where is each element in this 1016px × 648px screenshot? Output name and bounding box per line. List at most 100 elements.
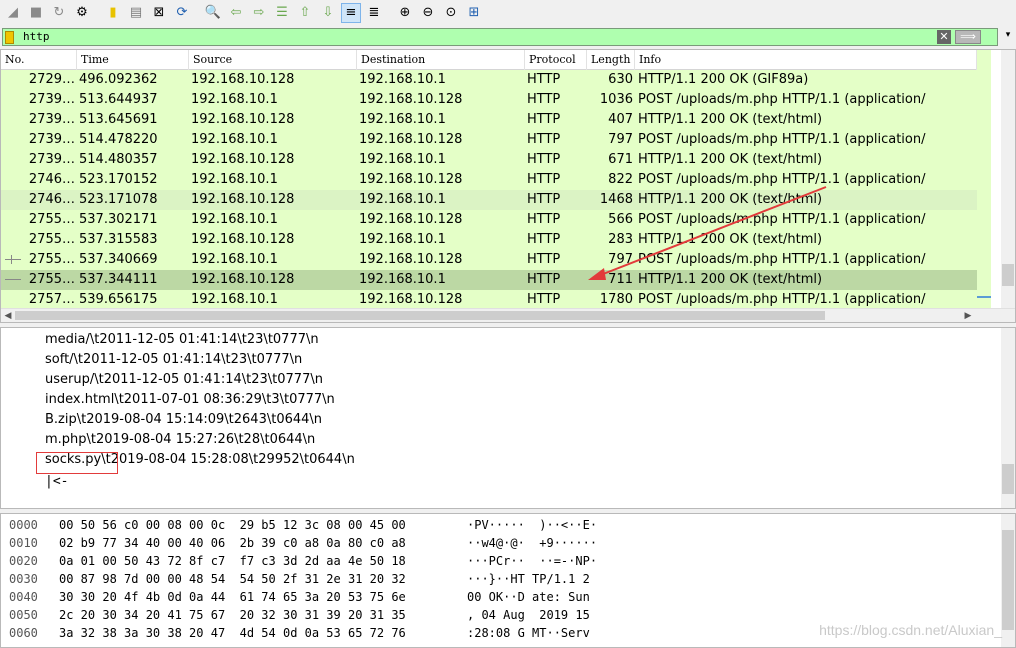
cell-time: 523.170152 [79,172,158,187]
text-line: m.php\t2019-08-04 15:27:26\t28\t0644\n [45,432,316,447]
colorize-icon[interactable]: ≣ [364,3,384,23]
display-filter-bar: http ✕ ⟹ ▾ [0,27,1016,47]
hex-offset: 0040 [9,590,38,604]
capture-options-icon[interactable]: ⚙ [72,3,92,23]
cell-time: 523.171078 [79,192,158,207]
reload-icon[interactable]: ⟳ [172,3,192,23]
cell-src: 192.168.10.1 [191,212,278,227]
cell-time: 513.645691 [79,112,158,127]
scrollbar-thumb[interactable] [15,311,825,320]
packet-list-vertical-scrollbar[interactable] [1001,50,1015,310]
scroll-right-icon[interactable]: ▶ [961,309,975,322]
column-header-destination[interactable]: Destination [357,50,525,70]
apply-filter-button[interactable]: ⟹ [955,30,981,44]
packet-row[interactable]: 2755… 537.302171 192.168.10.1 192.168.10.12… [1,210,977,230]
stop-icon[interactable]: ■ [26,3,46,23]
column-header-length[interactable]: Length [587,50,635,70]
scrollbar-thumb[interactable] [1002,530,1014,630]
autoscroll-icon[interactable]: ≡ [341,2,361,23]
cell-src: 192.168.10.1 [191,132,278,147]
cell-len: 283 [608,232,633,247]
hex-bytes: 00 50 56 c0 00 08 00 0c 29 b5 12 3c 08 0… [59,518,406,532]
hex-row[interactable]: 0030 00 87 98 7d 00 00 48 54 54 50 2f 31 … [1,570,1001,588]
related-packet-marker-icon [5,255,21,264]
go-last-icon[interactable]: ⇩ [318,3,338,23]
packet-row[interactable]: 2739… 513.645691 192.168.10.128 192.168.10.… [1,110,977,130]
go-first-icon[interactable]: ⇧ [295,3,315,23]
column-header-info[interactable]: Info [635,50,977,70]
cell-src: 192.168.10.128 [191,72,295,87]
hex-row[interactable]: 0000 00 50 56 c0 00 08 00 0c 29 b5 12 3c … [1,516,1001,534]
cell-src: 192.168.10.1 [191,92,278,107]
cell-proto: HTTP [527,92,561,107]
display-filter-input[interactable]: http [23,29,50,45]
details-vertical-scrollbar[interactable] [1001,328,1015,508]
go-back-icon[interactable]: ⇦ [226,3,246,23]
column-header-source[interactable]: Source [189,50,357,70]
cell-len: 407 [608,112,633,127]
display-filter-field[interactable]: http ✕ ⟹ [2,28,998,46]
filter-history-dropdown[interactable]: ▾ [1002,27,1014,43]
scroll-left-icon[interactable]: ◀ [1,309,15,322]
cell-no: 2739… [28,112,75,127]
cell-no: 2755… [28,212,75,227]
packet-row[interactable]: 2757… 539.656175 192.168.10.1 192.168.10.12… [1,290,977,310]
go-to-packet-icon[interactable]: ☰ [272,3,292,23]
cell-time: 537.344111 [79,272,158,287]
packet-row[interactable]: 2739… 514.480357 192.168.10.128 192.168.10.… [1,150,977,170]
packet-row[interactable]: 2739… 513.644937 192.168.10.1 192.168.10.12… [1,90,977,110]
hex-ascii: , 04 Aug 2019 15 [467,608,590,622]
cell-src: 192.168.10.128 [191,112,295,127]
main-toolbar: ◢ ■ ↻ ⚙ ▮ ▤ ⊠ ⟳ 🔍 ⇦ ⇨ ☰ ⇧ ⇩ ≡ ≣ ⊕ ⊖ ⊙ ⊞ [0,0,1016,25]
shark-fin-start-icon[interactable]: ◢ [3,3,23,23]
column-header-time[interactable]: Time [77,50,189,70]
go-forward-icon[interactable]: ⇨ [249,3,269,23]
text-line: index.html\t2011-07-01 08:36:29\t3\t0777… [45,392,335,407]
hex-vertical-scrollbar[interactable] [1001,514,1015,647]
cell-no: 2729… [28,72,75,87]
hex-row[interactable]: 0020 0a 01 00 50 43 72 8f c7 f7 c3 3d 2d … [1,552,1001,570]
cell-src: 192.168.10.128 [191,232,295,247]
packet-row[interactable]: 2739… 514.478220 192.168.10.1 192.168.10.12… [1,130,977,150]
close-file-icon[interactable]: ⊠ [149,3,169,23]
hex-row[interactable]: 0040 30 30 20 4f 4b 0d 0a 44 61 74 65 3a … [1,588,1001,606]
hex-bytes: 3a 32 38 3a 30 38 20 47 4d 54 0d 0a 53 6… [59,626,406,640]
hex-bytes: 2c 20 30 34 20 41 75 67 20 32 30 31 39 2… [59,608,406,622]
packet-row[interactable]: 2755… 537.344111 192.168.10.128 192.168.10.… [1,270,977,290]
packet-minimap[interactable] [977,50,991,310]
cell-len: 671 [608,152,633,167]
open-file-icon[interactable]: ▮ [103,3,123,23]
zoom-out-icon[interactable]: ⊖ [418,3,438,23]
resize-columns-icon[interactable]: ⊞ [464,3,484,23]
packet-list-pane: No. Time Source Destination Protocol Len… [0,49,1016,323]
cell-len: 1036 [599,92,633,107]
column-header-no[interactable]: No. [1,50,77,70]
cell-info: POST /uploads/m.php HTTP/1.1 (applicatio… [638,292,926,307]
clear-filter-icon[interactable]: ✕ [937,30,951,44]
zoom-in-icon[interactable]: ⊕ [395,3,415,23]
find-packet-icon[interactable]: 🔍 [203,3,223,23]
packet-row[interactable]: 2729… 496.092362 192.168.10.128 192.168.10.… [1,70,977,90]
normal-size-icon[interactable]: ⊙ [441,3,461,23]
bookmark-icon[interactable] [5,31,14,44]
related-packet-marker-icon [5,279,21,280]
packet-row[interactable]: 2746… 523.171078 192.168.10.128 192.168.10.… [1,190,977,210]
packet-row[interactable]: 2746… 523.170152 192.168.10.1 192.168.10.12… [1,170,977,190]
scrollbar-thumb[interactable] [1002,464,1014,494]
cell-info: POST /uploads/m.php HTTP/1.1 (applicatio… [638,132,926,147]
packet-row[interactable]: 2755… 537.315583 192.168.10.128 192.168.10.… [1,230,977,250]
save-file-icon[interactable]: ▤ [126,3,146,23]
cell-time: 514.478220 [79,132,158,147]
cell-proto: HTTP [527,272,561,287]
hex-offset: 0010 [9,536,38,550]
scrollbar-thumb[interactable] [1002,264,1014,286]
hex-row[interactable]: 0010 02 b9 77 34 40 00 40 06 2b 39 c0 a8 … [1,534,1001,552]
hex-ascii: ·PV····· )··<··E· [467,518,598,532]
cell-len: 711 [608,272,633,287]
packet-list-horizontal-scrollbar[interactable]: ◀ ▶ [1,308,1015,322]
column-header-protocol[interactable]: Protocol [525,50,587,70]
cell-no: 2739… [28,132,75,147]
restart-icon[interactable]: ↻ [49,3,69,23]
packet-row[interactable]: 2755… 537.340669 192.168.10.1 192.168.10.12… [1,250,977,270]
cell-dst: 192.168.10.128 [359,212,463,227]
